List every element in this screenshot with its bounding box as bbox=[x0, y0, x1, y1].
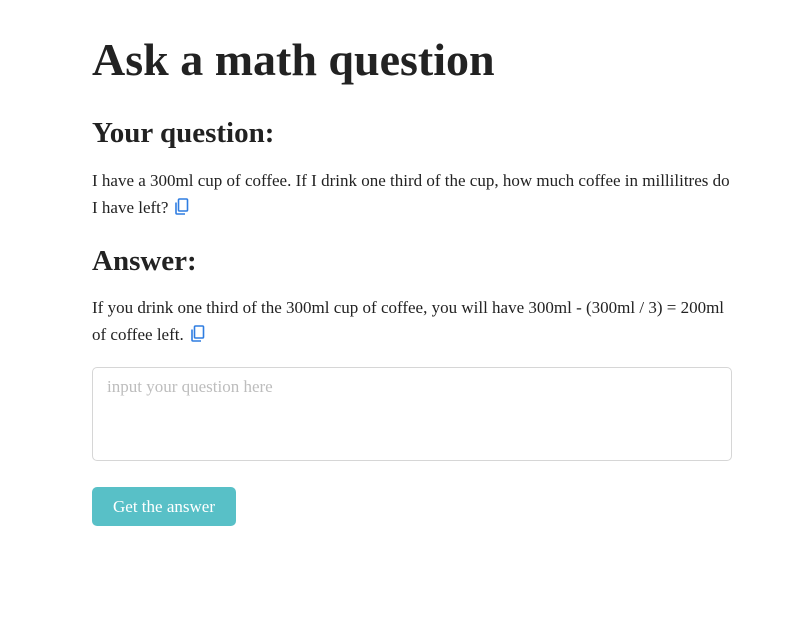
answer-text: If you drink one third of the 300ml cup … bbox=[92, 298, 725, 344]
copy-icon[interactable] bbox=[190, 325, 205, 342]
answer-text-block: If you drink one third of the 300ml cup … bbox=[92, 294, 732, 348]
question-input[interactable] bbox=[92, 367, 732, 461]
get-answer-button[interactable]: Get the answer bbox=[92, 487, 236, 526]
answer-heading: Answer: bbox=[92, 245, 197, 277]
question-text-block: I have a 300ml cup of coffee. If I drink… bbox=[92, 167, 732, 221]
question-heading: Your question: bbox=[92, 117, 275, 149]
copy-icon[interactable] bbox=[174, 198, 189, 215]
page-title: Ask a math question bbox=[92, 34, 495, 85]
